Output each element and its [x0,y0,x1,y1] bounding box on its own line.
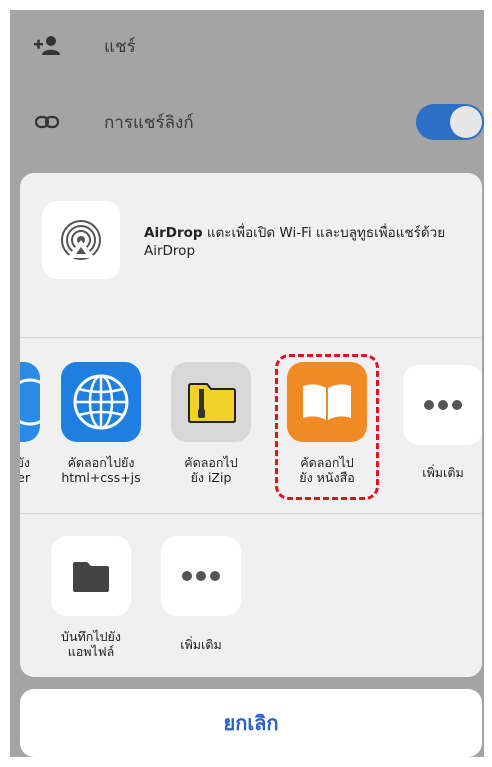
cancel-button[interactable]: ยกเลิก [20,689,482,757]
airdrop-message: AirDrop แตะเพื่อเปิด Wi-Fi และบลูทูธเพื่… [144,224,464,260]
izip-label: คัดลอกไป ยัง iZip [161,455,261,485]
highlight-box [275,354,379,500]
share-sheet: AirDrop แตะเพื่อเปิด Wi-Fi และบลูทูธเพื่… [20,173,482,677]
airdrop-section[interactable]: AirDrop แตะเพื่อเปิด Wi-Fi และบลูทูธเพื่… [20,173,482,337]
screen: แชร์ การแชร์ลิงก์ AirDrop แตะเพื่อเปิด W… [10,10,484,757]
more-apps-label: เพิ่มเติม [393,465,482,480]
link-icon [32,107,62,137]
html-css-js-label-line1: คัดลอกไปยัง [67,455,135,470]
divider [20,513,482,514]
izip-app[interactable] [171,362,251,442]
partial-app-label-line2: er [20,470,30,485]
share-row[interactable]: แชร์ [10,16,484,76]
partial-app-icon[interactable] [20,362,40,442]
more-icon [424,400,462,410]
airdrop-icon [42,201,120,279]
save-to-files-label-line2: แอพไฟล์ [67,644,115,659]
save-to-files-label: บันทึกไปยัง แอพไฟล์ [41,629,141,659]
zip-folder-icon [188,383,236,423]
cancel-label: ยกเลิก [223,711,279,735]
html-css-js-label-line2: html+css+js [61,470,141,485]
folder-icon [73,562,109,592]
more-actions-label: เพิ่มเติม [151,637,251,652]
link-share-row[interactable]: การแชร์ลิงก์ [10,92,484,152]
globe-icon [73,374,129,430]
more-icon [182,571,220,581]
more-actions-button[interactable] [161,536,241,616]
toggle-knob [450,106,482,138]
divider [20,337,482,338]
more-apps-label-line1: เพิ่มเติม [422,465,464,480]
html-css-js-app[interactable] [61,362,141,442]
partial-app-label: ยัง er [20,455,30,485]
airdrop-title: AirDrop [144,225,203,241]
html-css-js-label: คัดลอกไปยัง html+css+js [51,455,151,485]
partial-app-label-line1: ยัง [20,455,30,470]
save-to-files-button[interactable] [51,536,131,616]
izip-label-line1: คัดลอกไป [184,455,238,470]
add-person-icon [32,31,62,61]
share-label: แชร์ [104,36,136,57]
more-actions-label-line1: เพิ่มเติม [180,637,222,652]
link-share-toggle[interactable] [416,104,484,140]
save-to-files-label-line1: บันทึกไปยัง [61,629,121,644]
izip-label-line2: ยัง iZip [190,470,232,485]
link-share-label: การแชร์ลิงก์ [104,112,194,133]
more-apps-button[interactable] [403,365,482,445]
